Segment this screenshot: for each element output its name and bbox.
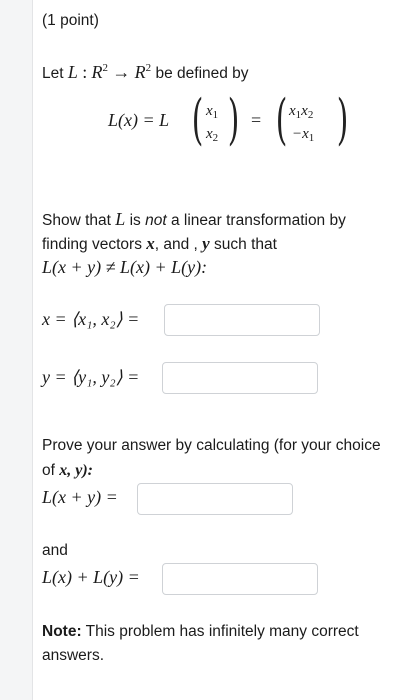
gutter-divider <box>32 0 33 700</box>
output-top: x1x2 <box>289 103 314 121</box>
domain-R: R <box>91 62 103 82</box>
codomain-exp: 2 <box>145 62 152 74</box>
left-paren-1: ( <box>191 88 204 151</box>
matrix-definition: L(x) = L ( x1 x2 ) = ( x1x2 −x1 ) <box>42 88 402 155</box>
lxy-input[interactable] <box>137 483 293 515</box>
prove-line-1: Prove your answer by calculating (for yo… <box>42 437 381 454</box>
y-label: y = ⟨y₁, y₂⟩ = <box>42 367 140 387</box>
task-line-1: Show that L is not a linear transformati… <box>42 209 346 229</box>
inequality: L(x + y) ≠ L(x) + L(y): <box>42 257 208 277</box>
lx-ly-input[interactable] <box>162 563 318 595</box>
x-input[interactable] <box>164 304 320 336</box>
definition-line: Let L : R2 → R2 be defined by <box>42 57 249 85</box>
right-paren-1: ) <box>227 88 240 151</box>
let-word: Let <box>42 65 64 82</box>
output-bottom: −x1 <box>292 126 315 144</box>
domain-exp: 2 <box>102 62 109 74</box>
colon: : <box>82 62 88 82</box>
map-L: L <box>67 62 78 82</box>
equals-sign: = <box>251 110 262 130</box>
note-line-2: answers. <box>42 647 105 664</box>
lx-ly-label: L(x) + L(y) = <box>42 567 140 587</box>
task-line-2: finding vectors x, and , y such that <box>42 234 277 253</box>
arrow: → <box>112 62 131 82</box>
matrix-lhs: L(x) = L <box>108 110 170 130</box>
left-gutter <box>0 0 32 700</box>
input-top: x1 <box>206 103 219 121</box>
defined-by: be defined by <box>155 65 249 82</box>
x-label: x = ⟨x₁, x₂⟩ = <box>42 309 140 329</box>
input-bottom: x2 <box>206 126 219 144</box>
points-label: (1 point) <box>42 12 99 29</box>
lxy-label: L(x + y) = <box>42 487 118 507</box>
right-paren-2: ) <box>336 88 349 151</box>
prove-line-2: of x, y): <box>42 462 94 479</box>
codomain-R: R <box>134 62 146 82</box>
note-label: Note: <box>42 623 82 640</box>
note-line-1: Note: This problem has infinitely many c… <box>42 623 359 640</box>
left-paren-2: ( <box>275 88 288 151</box>
and-word: and <box>42 542 68 559</box>
y-input[interactable] <box>162 362 318 394</box>
